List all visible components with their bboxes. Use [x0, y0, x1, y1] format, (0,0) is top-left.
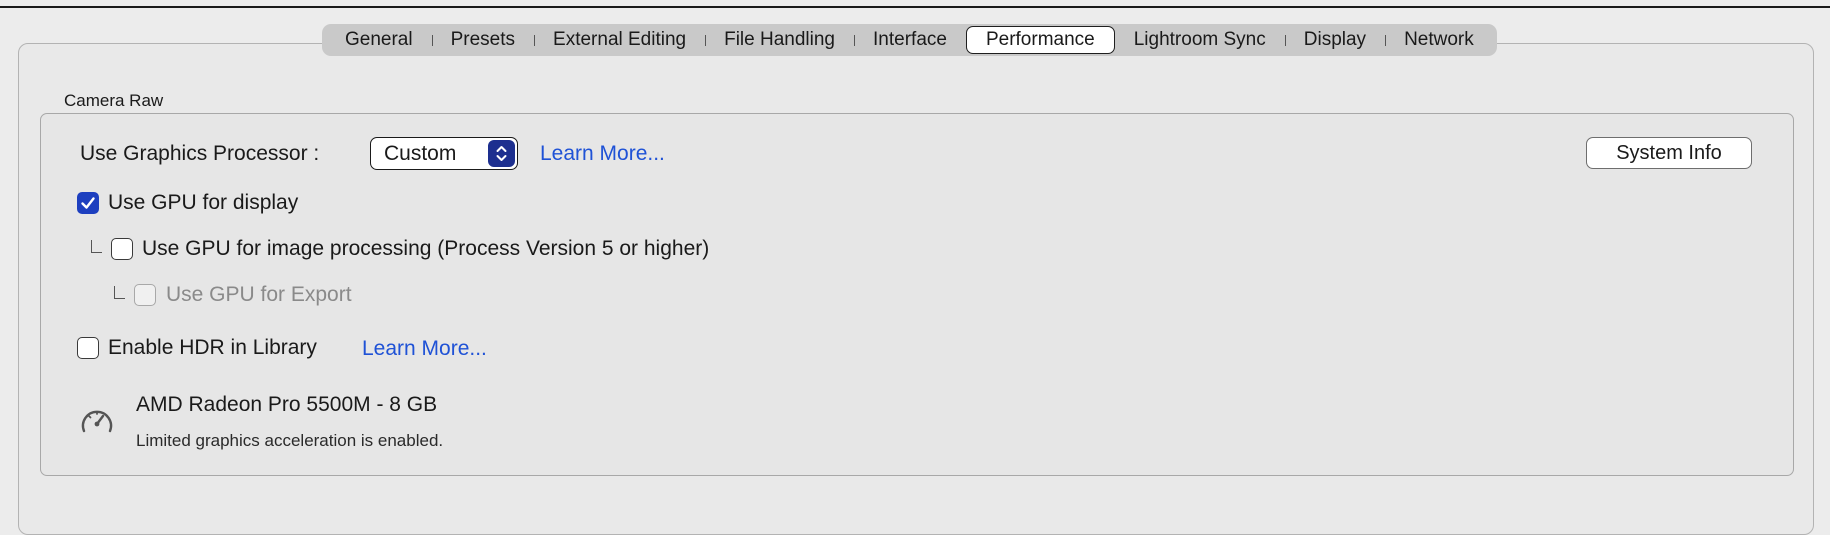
use-gpu-display-checkbox[interactable] [77, 192, 99, 214]
use-gpu-image-processing-checkbox[interactable] [111, 238, 133, 260]
use-gpu-image-processing-label: Use GPU for image processing (Process Ve… [142, 237, 710, 260]
gauge-icon [81, 410, 113, 433]
checkmark-icon [81, 197, 95, 209]
tab-lightroom-sync[interactable]: Lightroom Sync [1115, 26, 1285, 54]
graphics-processor-label: Use Graphics Processor : [80, 142, 320, 165]
use-gpu-export-label: Use GPU for Export [166, 283, 352, 306]
graphics-processor-learn-more-link[interactable]: Learn More... [540, 142, 665, 166]
gpu-name: AMD Radeon Pro 5500M - 8 GB [136, 393, 438, 416]
window-top-border [0, 6, 1830, 8]
camera-raw-group-title: Camera Raw [64, 91, 164, 110]
tree-connector-icon [91, 240, 102, 253]
tab-presets[interactable]: Presets [431, 26, 534, 54]
hdr-learn-more-link[interactable]: Learn More... [362, 337, 487, 361]
enable-hdr-label: Enable HDR in Library [108, 336, 317, 359]
gpu-acceleration-status: Limited graphics acceleration is enabled… [136, 431, 444, 450]
use-gpu-export-checkbox[interactable] [134, 284, 156, 306]
use-gpu-display-label: Use GPU for display [108, 191, 299, 214]
tab-network[interactable]: Network [1385, 26, 1493, 54]
tree-connector-icon [114, 286, 125, 299]
tab-external-editing[interactable]: External Editing [534, 26, 705, 54]
enable-hdr-checkbox[interactable] [77, 337, 99, 359]
tab-display[interactable]: Display [1284, 26, 1385, 54]
graphics-processor-value: Custom [384, 142, 457, 165]
tab-general[interactable]: General [326, 26, 432, 54]
tab-interface[interactable]: Interface [854, 26, 966, 54]
system-info-button[interactable]: System Info [1586, 137, 1752, 169]
preferences-tab-bar: General Presets External Editing File Ha… [322, 24, 1497, 56]
tab-file-handling[interactable]: File Handling [705, 26, 854, 54]
graphics-processor-popup[interactable]: Custom [370, 137, 518, 170]
tab-performance[interactable]: Performance [965, 26, 1115, 54]
popup-stepper-icon [488, 140, 515, 167]
